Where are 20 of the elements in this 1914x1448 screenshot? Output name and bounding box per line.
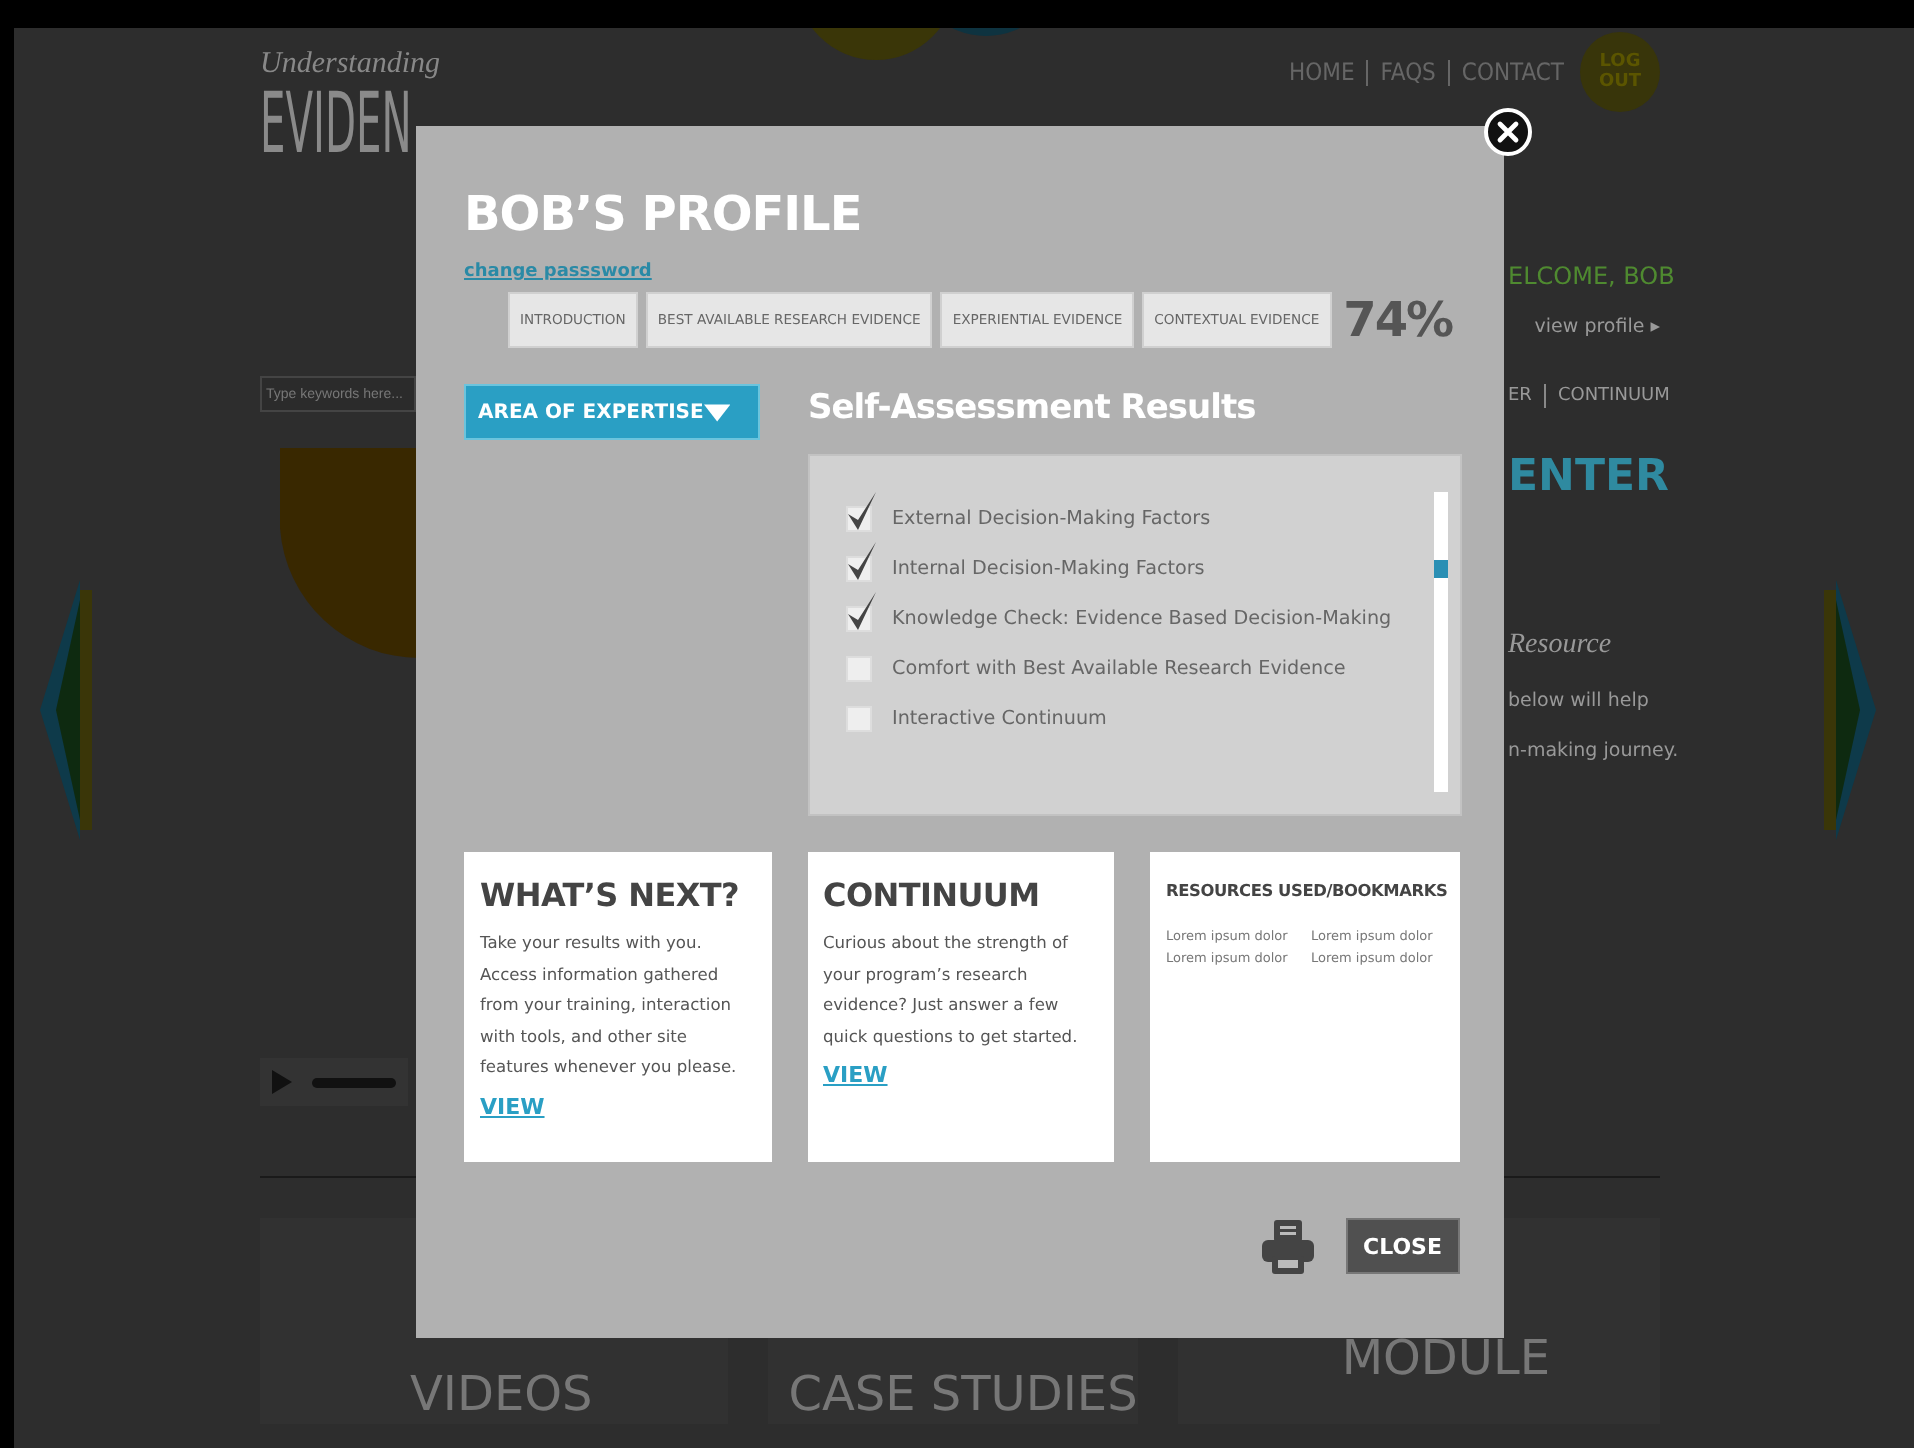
intro-text: below will help bbox=[1508, 688, 1649, 714]
card-text: Curious about the strength of your program’s research evidence? Just answer a few quick questions to get started. bbox=[823, 930, 1080, 1050]
result-label: Internal Decision-Making Factors bbox=[892, 556, 1205, 582]
result-label: Knowledge Check: Evidence Based Decision-Making bbox=[892, 606, 1392, 632]
results-title: Self-Assessment Results bbox=[808, 386, 1258, 432]
result-label: External Decision-Making Factors bbox=[892, 506, 1211, 532]
card-title: CONTINUUM bbox=[823, 874, 1042, 918]
intro-heading: Resource bbox=[1508, 628, 1612, 664]
result-label: Interactive Continuum bbox=[892, 706, 1107, 732]
logo-tagline: Understanding bbox=[260, 48, 440, 80]
card-title: WHAT’S NEXT? bbox=[480, 874, 742, 918]
welcome-text: ELCOME, BOB bbox=[1508, 260, 1675, 292]
section-heading: ENTER bbox=[1508, 450, 1669, 506]
logo-wordmark: EVIDEN bbox=[260, 80, 412, 168]
card-title: RESOURCES USED/BOOKMARKS bbox=[1166, 878, 1444, 904]
result-label: Comfort with Best Available Research Evidence bbox=[892, 656, 1346, 682]
intro-text: n-making journey. bbox=[1508, 738, 1679, 764]
progress-percent: 74% bbox=[1343, 292, 1453, 348]
card-text: Take your results with you. Access information gathered from your training, interaction with tools, and other site features whenever you please. bbox=[480, 930, 739, 1080]
dialog-title: BOB’S PROFILE bbox=[464, 184, 864, 246]
